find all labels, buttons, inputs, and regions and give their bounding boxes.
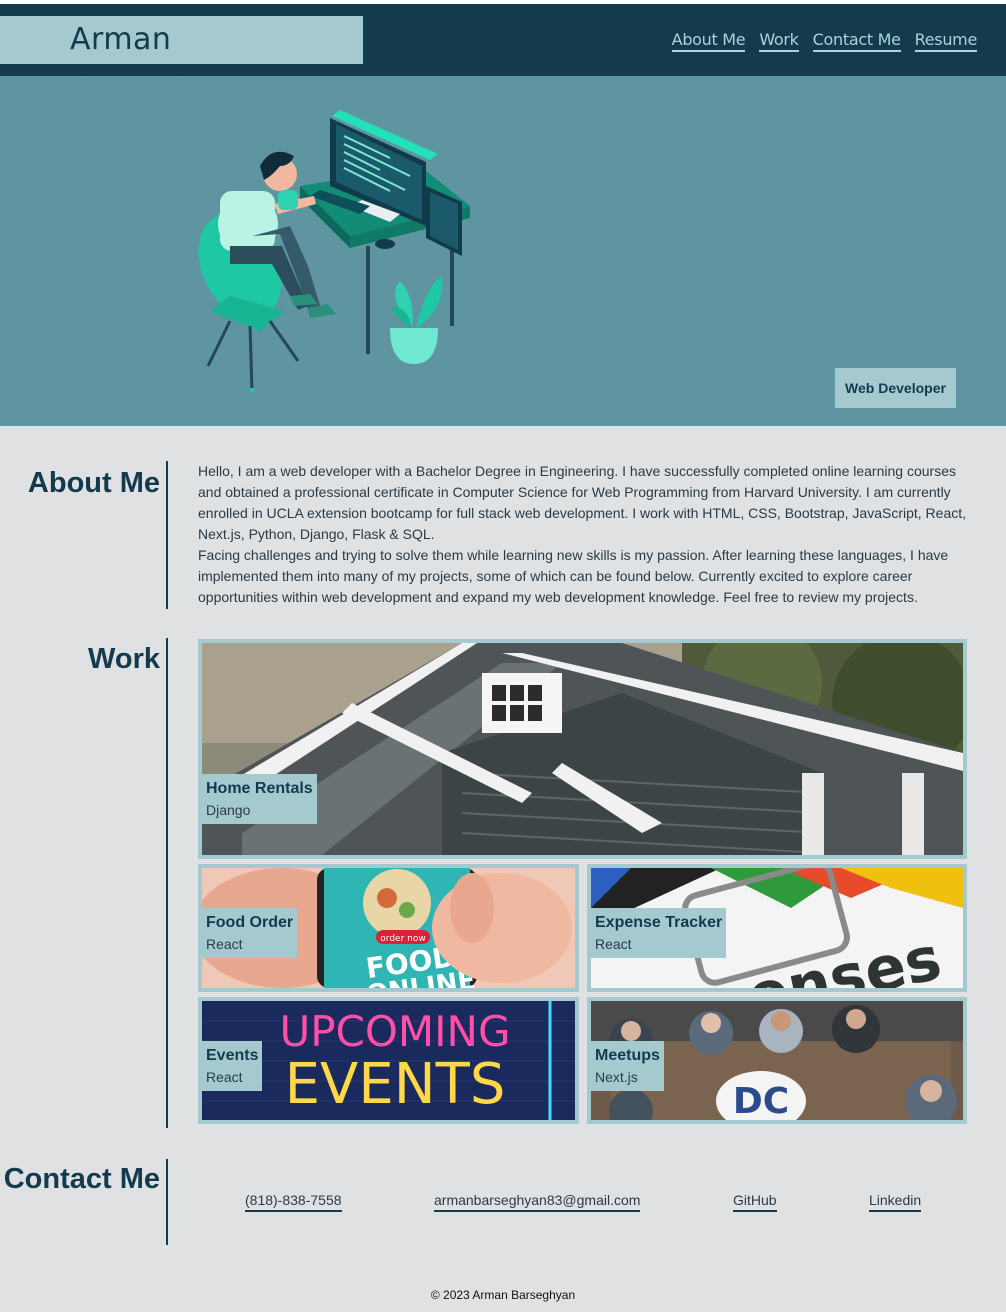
brand-name[interactable]: Arman Barseghyan [0, 16, 363, 105]
hero-banner: Web Developer [0, 76, 1006, 426]
about-paragraph-2: Facing challenges and trying to solve th… [198, 547, 949, 605]
project-label: Expense Tracker React [591, 908, 727, 958]
work-title: Work [88, 643, 160, 675]
nav-contact-me[interactable]: Contact Me [812, 30, 901, 52]
project-tech: Next.js [595, 1069, 638, 1085]
project-card-expense-tracker[interactable]: enses Expense Tracker React [587, 864, 967, 992]
nav-about-me[interactable]: About Me [671, 30, 746, 52]
project-card-home-rentals[interactable]: Home Rentals Django [198, 639, 967, 859]
project-title: Expense Tracker [595, 914, 723, 931]
project-title: Food Order [206, 914, 294, 931]
project-card-events[interactable]: UPCOMING EVENTS Events React [198, 997, 579, 1124]
project-tech: React [206, 936, 243, 952]
contact-title: Contact Me [3, 1163, 160, 1195]
project-label: Food Order React [202, 908, 298, 958]
role-badge: Web Developer [835, 368, 956, 408]
project-label: Meetups Next.js [591, 1041, 664, 1091]
linkedin-link[interactable]: Linkedin [869, 1192, 922, 1212]
phone-link[interactable]: (818)-838-7558 [245, 1192, 342, 1212]
email-link[interactable]: armanbarseghyan83@gmail.com [434, 1192, 641, 1212]
nav-resume[interactable]: Resume [914, 30, 977, 52]
project-label: Events React [202, 1041, 263, 1091]
project-title: Events [206, 1047, 259, 1064]
project-tech: React [206, 1069, 243, 1085]
contact-divider [166, 1159, 168, 1245]
main-nav: About Me Work Contact Me Resume [671, 30, 977, 52]
about-text: Hello, I am a web developer with a Bache… [198, 461, 968, 608]
project-label: Home Rentals Django [202, 774, 317, 824]
project-title: Meetups [595, 1047, 660, 1064]
about-title: About Me [27, 467, 160, 499]
food-order-art-text: order now [380, 934, 425, 944]
project-tech: Django [206, 802, 251, 818]
developer-illustration [198, 110, 470, 392]
site-header: Arman Barseghyan About Me Work Contact M… [0, 4, 1006, 105]
footer-copyright: © 2023 Arman Barseghyan [430, 1288, 576, 1302]
github-link[interactable]: GitHub [733, 1192, 777, 1212]
about-divider [166, 461, 168, 609]
events-art-text: EVENTS [285, 1052, 506, 1117]
project-title: Home Rentals [206, 780, 313, 797]
nav-work[interactable]: Work [759, 30, 799, 52]
meetups-art-text: DC [733, 1081, 789, 1120]
events-art-text: UPCOMING [279, 1007, 510, 1056]
work-divider [166, 638, 168, 1128]
project-card-food-order[interactable]: order now FOOD ONLINE Food Order React [198, 864, 579, 992]
project-tech: React [595, 936, 632, 952]
project-card-meetups[interactable]: DC Meetups Next.js [587, 997, 967, 1124]
about-paragraph-1: Hello, I am a web developer with a Bache… [198, 463, 967, 542]
